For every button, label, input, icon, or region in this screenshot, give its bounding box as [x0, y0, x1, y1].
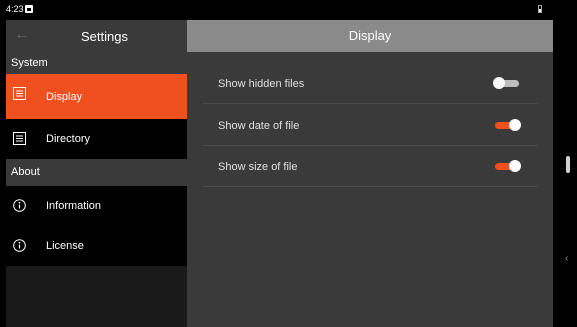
sidebar-item-information[interactable]: Information: [6, 186, 187, 226]
sidebar-title: Settings: [81, 29, 128, 44]
sidebar-item-label: Directory: [46, 133, 91, 145]
hidden-files-toggle[interactable]: [493, 77, 521, 89]
battery-icon: [538, 5, 542, 13]
setting-label: Show date of file: [218, 120, 300, 132]
setting-row-size-of-file[interactable]: Show size of file: [203, 145, 538, 187]
setting-row-hidden-files[interactable]: Show hidden files: [203, 62, 538, 104]
page-title: Display: [187, 20, 553, 52]
size-of-file-toggle[interactable]: [493, 160, 521, 172]
setting-label: Show size of file: [218, 161, 298, 173]
sidebar-item-license[interactable]: License: [6, 226, 187, 266]
scroll-handle[interactable]: [566, 156, 570, 173]
status-time: 4:23: [6, 4, 24, 14]
setting-label: Show hidden files: [218, 78, 305, 90]
info-circle-icon: [13, 239, 26, 252]
toggle-thumb: [493, 77, 505, 89]
toggle-thumb: [509, 160, 521, 172]
list-box-icon: [13, 87, 26, 100]
section-about: About: [6, 159, 187, 186]
sidebar-empty-area: [6, 269, 187, 327]
setting-row-date-of-file[interactable]: Show date of file: [203, 104, 538, 146]
info-circle-icon: [13, 199, 26, 212]
sidebar-header: ← Settings: [6, 20, 187, 52]
status-bar: 4:23: [0, 0, 577, 18]
sidebar-item-label: License: [46, 240, 84, 252]
date-of-file-toggle[interactable]: [493, 119, 521, 131]
sidebar-item-label: Information: [46, 200, 102, 212]
chevron-left-icon[interactable]: ‹: [565, 253, 568, 264]
notification-icon: [25, 5, 33, 13]
list-box-icon: [13, 132, 26, 145]
sidebar-item-directory[interactable]: Directory: [6, 119, 187, 159]
section-system: System: [6, 52, 187, 74]
settings-sidebar: ← Settings System Display Directory Abou…: [6, 20, 187, 327]
display-settings-panel: Display Show hidden files Show date of f…: [187, 20, 553, 327]
sidebar-item-display[interactable]: Display: [6, 74, 187, 119]
toggle-thumb: [509, 119, 521, 131]
sidebar-item-label: Display: [46, 91, 83, 103]
